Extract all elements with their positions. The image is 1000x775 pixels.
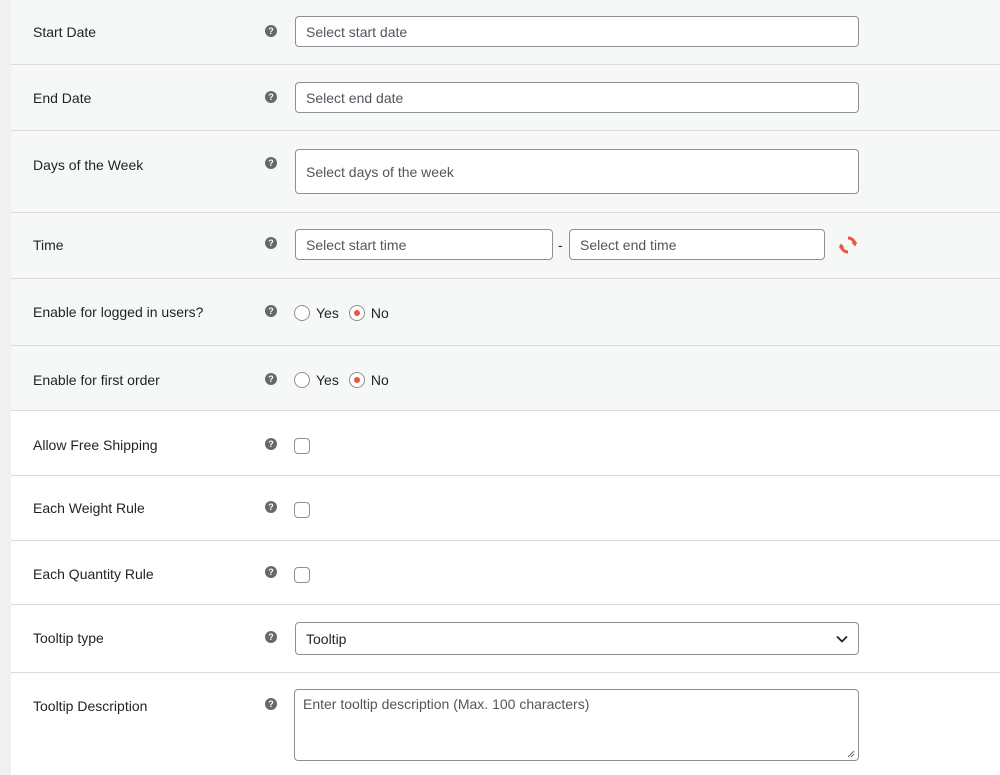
help-icon[interactable]: ? — [265, 91, 277, 103]
time-label: Time — [33, 237, 64, 253]
start-time-input[interactable] — [295, 229, 553, 260]
free-shipping-checkbox[interactable] — [294, 438, 310, 454]
help-icon[interactable]: ? — [265, 698, 277, 710]
first-order-yes-option[interactable]: Yes — [294, 372, 339, 388]
days-of-week-label: Days of the Week — [33, 157, 144, 173]
row-tooltip-type: Tooltip type ? Tooltip — [11, 605, 1000, 673]
row-free-shipping: Allow Free Shipping ? — [11, 411, 1000, 476]
help-icon[interactable]: ? — [265, 237, 277, 249]
settings-form: Start Date ? End Date ? Days of the Week… — [11, 0, 1000, 775]
quantity-rule-label: Each Quantity Rule — [33, 566, 154, 582]
tooltip-type-select[interactable]: Tooltip — [295, 622, 859, 655]
days-of-week-input[interactable] — [295, 149, 859, 194]
logged-in-yes-option[interactable]: Yes — [294, 305, 339, 321]
row-time: Time ? - — [11, 213, 1000, 279]
weight-rule-checkbox[interactable] — [294, 502, 310, 518]
no-label: No — [370, 305, 389, 321]
weight-rule-label: Each Weight Rule — [33, 500, 145, 516]
row-start-date: Start Date ? — [11, 0, 1000, 65]
yes-label: Yes — [316, 305, 339, 321]
logged-in-users-label: Enable for logged in users? — [33, 304, 204, 320]
logged-in-yes-radio[interactable] — [294, 305, 310, 321]
logged-in-no-option[interactable]: No — [348, 305, 389, 321]
chevron-down-icon — [836, 635, 848, 643]
help-icon[interactable]: ? — [265, 438, 277, 450]
first-order-no-option[interactable]: No — [348, 372, 389, 388]
first-order-label: Enable for first order — [33, 372, 160, 388]
end-date-label: End Date — [33, 90, 92, 106]
first-order-yes-radio[interactable] — [294, 372, 310, 388]
row-days-of-week: Days of the Week ? — [11, 131, 1000, 213]
help-icon[interactable]: ? — [265, 631, 277, 643]
refresh-icon[interactable] — [838, 235, 858, 255]
end-date-input[interactable] — [295, 82, 859, 113]
row-tooltip-description: Tooltip Description ? — [11, 673, 1000, 775]
help-icon[interactable]: ? — [265, 25, 277, 37]
row-logged-in-users: Enable for logged in users? ? Yes No — [11, 279, 1000, 346]
free-shipping-label: Allow Free Shipping — [33, 437, 158, 453]
no-label: No — [370, 372, 389, 388]
help-icon[interactable]: ? — [265, 501, 277, 513]
tooltip-type-value: Tooltip — [306, 630, 347, 647]
resize-handle-icon[interactable] — [847, 750, 855, 758]
row-first-order: Enable for first order ? Yes No — [11, 346, 1000, 411]
help-icon[interactable]: ? — [265, 566, 277, 578]
first-order-no-radio[interactable] — [348, 372, 365, 388]
tooltip-description-textarea[interactable] — [294, 689, 859, 761]
tooltip-description-label: Tooltip Description — [33, 698, 148, 714]
row-quantity-rule: Each Quantity Rule ? — [11, 541, 1000, 605]
help-icon[interactable]: ? — [265, 373, 277, 385]
logged-in-users-radio-group: Yes No — [294, 304, 399, 322]
quantity-rule-checkbox[interactable] — [294, 567, 310, 583]
tooltip-type-label: Tooltip type — [33, 630, 104, 646]
end-time-input[interactable] — [569, 229, 825, 260]
row-weight-rule: Each Weight Rule ? — [11, 476, 1000, 541]
start-date-input[interactable] — [295, 16, 859, 47]
first-order-radio-group: Yes No — [294, 371, 399, 389]
time-separator: - — [558, 237, 563, 253]
help-icon[interactable]: ? — [265, 157, 277, 169]
help-icon[interactable]: ? — [265, 305, 277, 317]
row-end-date: End Date ? — [11, 65, 1000, 131]
logged-in-no-radio[interactable] — [348, 305, 365, 321]
yes-label: Yes — [316, 372, 339, 388]
start-date-label: Start Date — [33, 24, 97, 40]
